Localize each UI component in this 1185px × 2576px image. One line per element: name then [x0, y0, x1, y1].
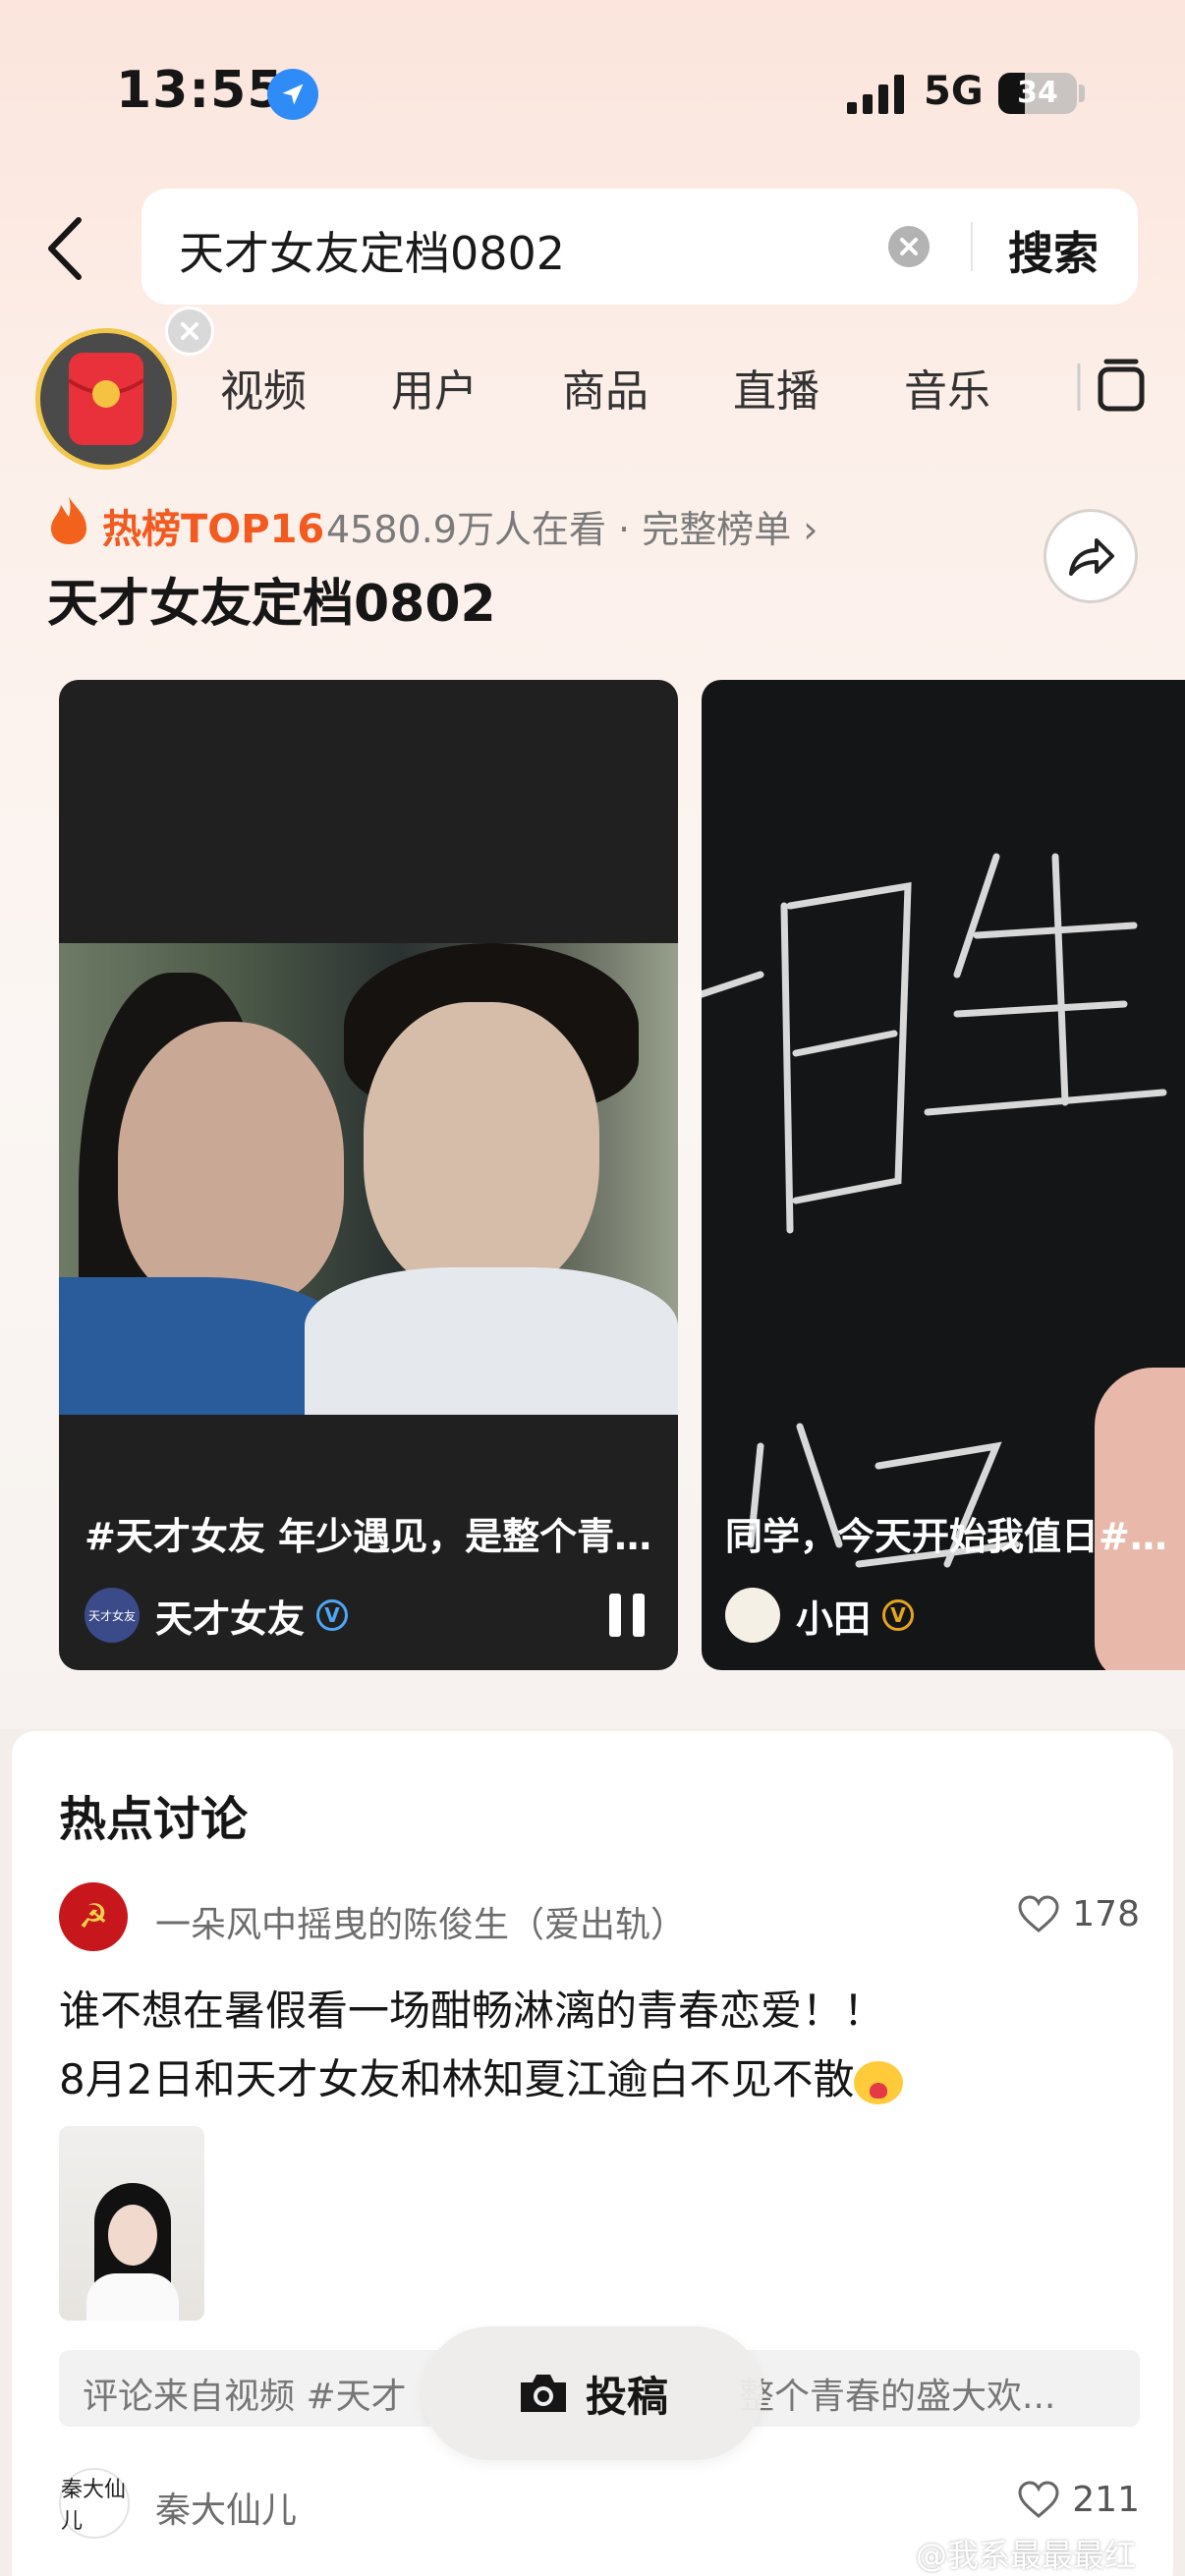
search-divider — [971, 222, 973, 271]
like-button[interactable]: 211 — [1017, 2480, 1140, 2520]
heart-icon — [1018, 2480, 1059, 2518]
cellular-signal-icon — [847, 75, 904, 114]
video-author[interactable]: 天才女友 天才女友 V — [85, 1586, 349, 1645]
watermark: @我系最最最红 — [916, 2537, 1137, 2574]
author-name: 天才女友 — [155, 1596, 306, 1641]
battery-icon: 34 — [998, 73, 1077, 114]
post-text: 谁不想在暑假看一场酣畅淋漓的青春恋爱！！ 8月2日和天才女友和林知夏江逾白不见不… — [59, 1977, 1140, 2114]
pause-icon[interactable] — [609, 1594, 649, 1637]
tab-music[interactable]: 音乐 — [904, 356, 990, 419]
search-button[interactable]: 搜索 — [1008, 218, 1099, 283]
post-author[interactable]: 秦大仙儿 — [155, 2482, 297, 2533]
tab-products[interactable]: 商品 — [562, 356, 649, 419]
hugging-emoji-icon — [854, 2060, 904, 2104]
clear-search-icon[interactable] — [888, 226, 930, 267]
user-avatar[interactable]: 秦大仙儿 — [59, 2468, 130, 2539]
post-author[interactable]: 一朵风中摇曳的陈俊生（爱出轨） — [155, 1896, 686, 1947]
red-packet-icon[interactable] — [35, 328, 177, 470]
user-avatar[interactable]: ☭ — [59, 1882, 128, 1951]
video-card[interactable]: 同学，今天开始我值日#天才 小田 V — [702, 680, 1185, 1670]
post-line: 8月2日和天才女友和林知夏江逾白不见不散 — [59, 2055, 855, 2103]
like-count: 211 — [1072, 2480, 1140, 2520]
status-bar: 13:55 5G 34 — [0, 0, 1185, 196]
comment-source-text: 评论来自视频 #天才 — [83, 2377, 407, 2417]
post-line: 谁不想在暑假看一场酣畅淋漓的青春恋爱！！ — [59, 1987, 885, 2035]
status-time: 13:55 — [116, 61, 284, 120]
tab-menu-icon[interactable] — [1077, 358, 1163, 417]
post-image[interactable] — [59, 2126, 204, 2321]
verified-badge-icon: V — [882, 1599, 915, 1631]
hot-rank-label: 热榜TOP16 — [102, 507, 325, 552]
author-avatar — [725, 1588, 780, 1643]
like-button[interactable]: 178 — [1017, 1894, 1140, 1934]
heart-icon — [1018, 1894, 1059, 1932]
battery-level: 34 — [1017, 76, 1058, 110]
tab-users[interactable]: 用户 — [391, 356, 478, 419]
battery-tip — [1079, 84, 1085, 102]
video-thumbnail — [59, 943, 678, 1415]
topic-title: 天才女友定档0802 — [47, 575, 496, 634]
post-button[interactable]: 投稿 — [423, 2326, 762, 2460]
author-name: 小田 — [796, 1596, 872, 1641]
post-button-label: 投稿 — [585, 2372, 668, 2421]
share-icon — [1069, 538, 1114, 576]
network-type: 5G — [924, 69, 984, 114]
camera-icon — [520, 2375, 566, 2412]
video-card[interactable]: #天才女友 年少遇见，是整个青... 天才女友 天才女友 V — [59, 680, 678, 1670]
video-author[interactable]: 小田 V — [725, 1586, 915, 1645]
share-button[interactable] — [1044, 509, 1138, 603]
back-arrow-icon[interactable] — [41, 214, 90, 283]
author-avatar: 天才女友 — [85, 1588, 140, 1643]
video-caption: 同学，今天开始我值日#天才 — [725, 1515, 1185, 1558]
verified-badge-icon: V — [316, 1599, 349, 1631]
tab-video[interactable]: 视频 — [220, 356, 307, 419]
fire-icon — [51, 497, 86, 544]
search-input[interactable]: 天才女友定档0802 — [179, 218, 565, 283]
comment-source-text: 整个青春的盛大欢... — [739, 2377, 1056, 2417]
section-title: 热点讨论 — [59, 1792, 249, 1847]
post-header: ☭ 一朵风中摇曳的陈俊生（爱出轨） 178 — [59, 1882, 1140, 1953]
tab-live[interactable]: 直播 — [733, 356, 819, 419]
location-arrow-icon — [267, 69, 318, 120]
video-caption: #天才女友 年少遇见，是整个青... — [85, 1515, 654, 1558]
hot-rank-meta[interactable]: 4580.9万人在看 · 完整榜单 › — [326, 499, 818, 553]
like-count: 178 — [1072, 1894, 1140, 1934]
close-red-packet-icon[interactable] — [165, 307, 214, 356]
search-bar[interactable]: 天才女友定档0802 搜索 — [141, 189, 1138, 305]
